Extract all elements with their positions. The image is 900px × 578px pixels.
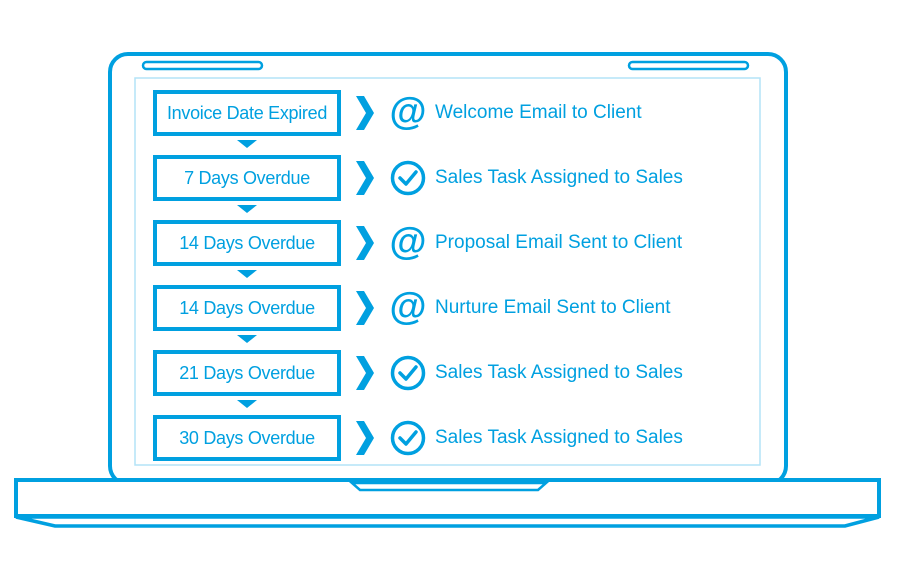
action-label: Sales Task Assigned to Sales: [435, 427, 683, 448]
check-circle-icon: [390, 420, 426, 456]
chevron-right-icon: [356, 421, 374, 455]
action-label: Proposal Email Sent to Client: [435, 232, 683, 253]
chevron-right-icon: [356, 96, 374, 130]
chevron-right-icon: [356, 161, 374, 195]
trigger-box: 7 Days Overdue: [153, 155, 341, 201]
down-arrow-icon: [237, 400, 257, 408]
laptop-base: [14, 478, 881, 518]
down-arrow-icon: [237, 335, 257, 343]
at-icon: @: [389, 91, 426, 133]
chevron-right-icon: [356, 291, 374, 325]
down-arrow-icon: [237, 270, 257, 278]
action-label: Sales Task Assigned to Sales: [435, 362, 683, 383]
laptop-illustration: [14, 52, 881, 528]
down-arrow-icon: [237, 140, 257, 148]
lid-slot-left: [141, 60, 264, 71]
base-bottom: [15, 515, 880, 528]
action-label: Welcome Email to Client: [435, 102, 642, 123]
svg-text:@: @: [390, 95, 426, 131]
action-label: Sales Task Assigned to Sales: [435, 167, 683, 188]
down-arrow-icon: [237, 205, 257, 213]
at-icon: @: [389, 221, 426, 263]
trigger-box: 14 Days Overdue: [153, 285, 341, 331]
svg-text:@: @: [390, 225, 426, 261]
laptop-screen: [134, 77, 761, 466]
trigger-box: 14 Days Overdue: [153, 220, 341, 266]
action-label: Nurture Email Sent to Client: [435, 297, 671, 318]
svg-text:@: @: [390, 290, 426, 326]
laptop-workflow-diagram: Invoice Date Expired @ Welcome Email to …: [0, 0, 900, 578]
check-circle-icon: [390, 355, 426, 391]
lid-slot-right: [627, 60, 750, 71]
trigger-box: 30 Days Overdue: [153, 415, 341, 461]
trigger-box: 21 Days Overdue: [153, 350, 341, 396]
trigger-box: Invoice Date Expired: [153, 90, 341, 136]
check-circle-icon: [390, 160, 426, 196]
at-icon: @: [389, 286, 426, 328]
chevron-right-icon: [356, 356, 374, 390]
chevron-right-icon: [356, 226, 374, 260]
